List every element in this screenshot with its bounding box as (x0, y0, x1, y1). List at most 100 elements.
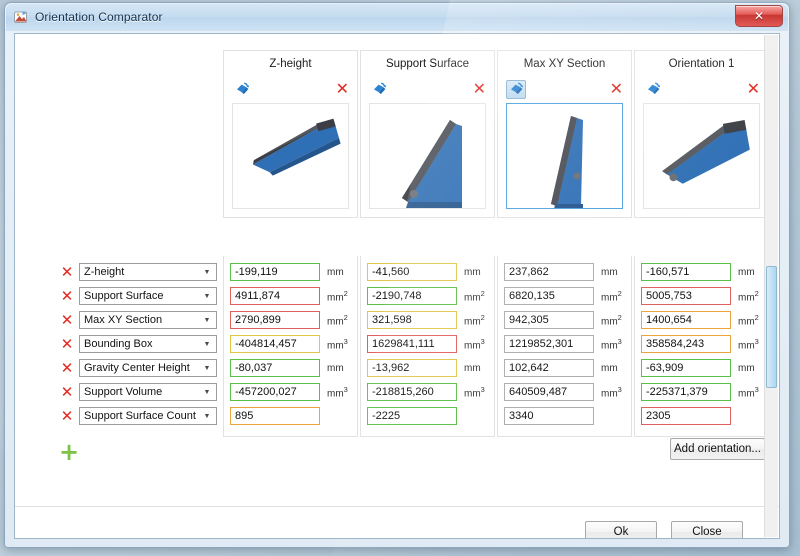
delete-parameter-icon[interactable]: ✕ (55, 360, 79, 376)
value-row: 895 (224, 404, 357, 428)
parameter-row: ✕ Support Surface ▼ (55, 284, 217, 308)
remove-orientation-icon[interactable]: ✕ (336, 81, 349, 97)
orientation-values: 237,862 mm 6820,135 mm2 942,305 mm2 1219852,30… (497, 256, 632, 437)
parameter-select[interactable]: Max XY Section ▼ (79, 311, 217, 329)
unit-label: mm (327, 362, 344, 374)
orientation-thumbnail[interactable] (232, 103, 349, 209)
orientation-toolbar: ✕ (224, 77, 357, 101)
chevron-down-icon: ▼ (203, 364, 211, 372)
value-row: 3340 (498, 404, 631, 428)
unit-label: mm2 (464, 312, 485, 328)
delete-parameter-icon[interactable]: ✕ (55, 408, 79, 424)
value-field[interactable]: 102,642 (504, 359, 594, 377)
parameter-select[interactable]: Support Surface ▼ (79, 287, 217, 305)
remove-orientation-icon[interactable]: ✕ (747, 81, 760, 97)
orientation-title: Z-height (269, 58, 312, 70)
orientation-title: Orientation 1 (668, 58, 735, 70)
value-row: -13,962 mm (361, 356, 494, 380)
value-row: 6820,135 mm2 (498, 284, 631, 308)
value-field[interactable]: -160,571 (641, 263, 731, 281)
parameter-label: Support Surface Count (84, 410, 196, 422)
close-icon: ✕ (753, 9, 765, 23)
unit-label: mm3 (601, 336, 622, 352)
chevron-down-icon: ▼ (203, 412, 211, 420)
value-field[interactable]: -80,037 (230, 359, 320, 377)
value-field[interactable]: 237,862 (504, 263, 594, 281)
orientation-title: Max XY Section (523, 58, 606, 70)
parameter-select[interactable]: Support Surface Count ▼ (79, 407, 217, 425)
parameter-select[interactable]: Z-height ▼ (79, 263, 217, 281)
rotate-view-icon[interactable] (643, 80, 663, 99)
parameter-label: Bounding Box (84, 338, 153, 350)
unit-label: mm2 (464, 288, 485, 304)
dialog-client-area: Z-height ✕ Support Surface ✕ Max XY Section ✕… (14, 33, 780, 539)
remove-orientation-icon[interactable]: ✕ (610, 81, 623, 97)
value-field[interactable]: -63,909 (641, 359, 731, 377)
value-row: -2190,748 mm2 (361, 284, 494, 308)
unit-label: mm2 (327, 288, 348, 304)
ok-button[interactable]: Ok (585, 521, 657, 538)
parameter-row: ✕ Z-height ▼ (55, 260, 217, 284)
close-button[interactable]: Close (671, 521, 743, 538)
orientation-thumbnail[interactable] (643, 103, 760, 209)
value-field[interactable]: 358584,243 (641, 335, 731, 353)
chevron-down-icon: ▼ (203, 316, 211, 324)
parameter-label: Z-height (84, 266, 125, 278)
value-field[interactable]: 321,598 (367, 311, 457, 329)
remove-orientation-icon[interactable]: ✕ (473, 81, 486, 97)
unit-label: mm3 (738, 384, 759, 400)
delete-parameter-icon[interactable]: ✕ (55, 264, 79, 280)
value-field[interactable]: -2190,748 (367, 287, 457, 305)
add-orientation-button[interactable]: Add orientation... (670, 438, 765, 460)
unit-label: mm2 (738, 312, 759, 328)
value-field[interactable]: 640509,487 (504, 383, 594, 401)
value-field[interactable]: -404814,457 (230, 335, 320, 353)
orientation-toolbar: ✕ (635, 77, 768, 101)
parameter-select[interactable]: Gravity Center Height ▼ (79, 359, 217, 377)
value-field[interactable]: 1629841,111 (367, 335, 457, 353)
add-parameter-button[interactable]: + (59, 440, 79, 464)
value-field[interactable]: -2225 (367, 407, 457, 425)
value-field[interactable]: 6820,135 (504, 287, 594, 305)
vertical-scrollbar[interactable] (764, 35, 778, 537)
value-field[interactable]: 5005,753 (641, 287, 731, 305)
value-field[interactable]: -218815,260 (367, 383, 457, 401)
value-row: 4911,874 mm2 (224, 284, 357, 308)
value-field[interactable]: -13,962 (367, 359, 457, 377)
orientation-card: Z-height ✕ (223, 50, 358, 218)
value-field[interactable]: -41,560 (367, 263, 457, 281)
unit-label: mm (601, 266, 618, 278)
unit-label: mm (464, 362, 481, 374)
delete-parameter-icon[interactable]: ✕ (55, 336, 79, 352)
parameter-select[interactable]: Bounding Box ▼ (79, 335, 217, 353)
parameter-select[interactable]: Support Volume ▼ (79, 383, 217, 401)
rotate-view-icon[interactable] (369, 80, 389, 99)
delete-parameter-icon[interactable]: ✕ (55, 312, 79, 328)
value-field[interactable]: 1219852,301 (504, 335, 594, 353)
orientation-thumbnail[interactable] (369, 103, 486, 209)
value-field[interactable]: 942,305 (504, 311, 594, 329)
value-field[interactable]: -457200,027 (230, 383, 320, 401)
value-field[interactable]: 1400,654 (641, 311, 731, 329)
delete-parameter-icon[interactable]: ✕ (55, 288, 79, 304)
value-row: 640509,487 mm3 (498, 380, 631, 404)
chevron-down-icon: ▼ (203, 268, 211, 276)
scrollbar-thumb[interactable] (766, 265, 777, 388)
rotate-view-icon[interactable] (506, 79, 526, 99)
value-field[interactable]: 4911,874 (230, 287, 320, 305)
value-field[interactable]: 2305 (641, 407, 731, 425)
delete-parameter-icon[interactable]: ✕ (55, 384, 79, 400)
orientation-title: Support Surface (385, 58, 470, 70)
value-field[interactable]: 895 (230, 407, 320, 425)
orientation-thumbnail[interactable] (506, 103, 623, 209)
value-field[interactable]: 3340 (504, 407, 594, 425)
value-field[interactable]: -199,119 (230, 263, 320, 281)
rotate-view-icon[interactable] (232, 80, 252, 99)
unit-label: mm3 (464, 384, 485, 400)
footer-divider (15, 506, 779, 507)
unit-label: mm2 (327, 312, 348, 328)
value-field[interactable]: -225371,379 (641, 383, 731, 401)
value-field[interactable]: 2790,899 (230, 311, 320, 329)
window-close-button[interactable]: ✕ (735, 5, 783, 27)
value-row: -80,037 mm (224, 356, 357, 380)
